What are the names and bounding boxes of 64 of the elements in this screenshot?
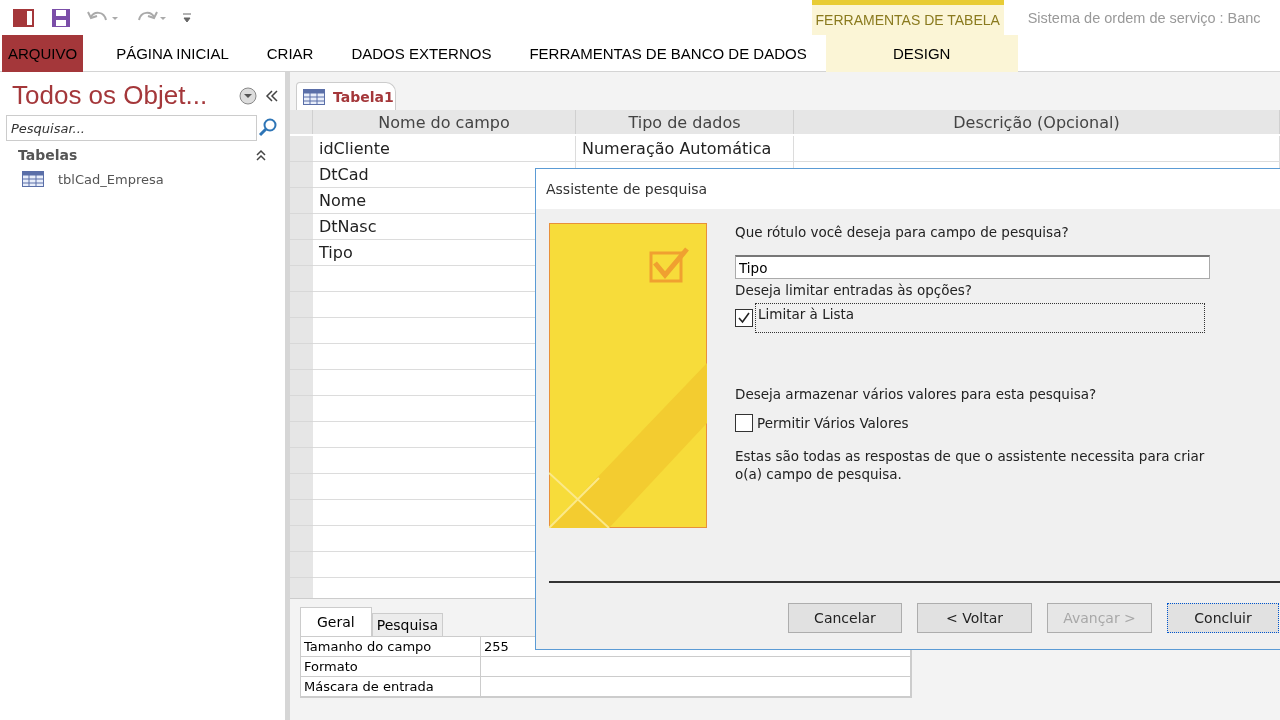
navigation-item[interactable]: tblCad_Empresa [58,171,164,187]
column-header: Tipo de dados [576,110,794,134]
row-selector[interactable] [290,396,313,422]
collapse-icon[interactable] [255,149,267,161]
property-label: Tamanho do campo [301,637,481,657]
property-value[interactable] [481,657,911,677]
row-selector[interactable] [290,240,313,266]
context-tab-group: FERRAMENTAS DE TABELA [811,0,1004,35]
row-selector[interactable] [290,578,313,598]
ribbon-tab[interactable]: DADOS EXTERNOS [332,35,511,72]
property-tab[interactable]: Pesquisa [371,613,444,636]
dialog-button[interactable]: < Voltar [917,603,1032,633]
row-selector[interactable] [290,552,313,578]
row-selector[interactable] [290,500,313,526]
checkbox-label[interactable]: Permitir Vários Valores [755,413,911,433]
window-title: Sistema de ordem de serviço : Banc [1026,9,1262,26]
navigation-title: Todos os Objet... [11,80,209,111]
row-selector[interactable] [290,292,313,318]
property-label: Formato [301,657,481,677]
row-selector[interactable] [290,266,313,292]
row-selector[interactable] [290,448,313,474]
row-selector[interactable] [290,214,313,240]
dialog-button[interactable]: Concluir [1167,603,1279,633]
question-text: Deseja limitar entradas às opções? [735,281,973,299]
table-icon [303,88,325,105]
ribbon-tab[interactable]: DESIGN [825,35,1018,72]
row-selector[interactable] [290,370,313,396]
customize-dropdown-icon[interactable] [182,11,192,24]
search-icon[interactable] [257,117,279,139]
question-text: Deseja armazenar vários valores para esta pesquisa? [735,385,1098,403]
table-icon [22,171,44,187]
dropdown-icon[interactable] [239,86,257,105]
row-selector[interactable] [290,136,313,162]
checkbox[interactable] [735,414,753,432]
table-cell[interactable] [794,136,1280,162]
row-selector[interactable] [290,422,313,448]
dialog-button[interactable]: Cancelar [788,603,902,633]
group-header[interactable]: Tabelas [18,147,78,163]
checkbox[interactable] [735,309,753,327]
property-label: Máscara de entrada [301,677,481,697]
property-value[interactable] [481,677,911,697]
save-icon[interactable] [50,6,72,29]
table-cell[interactable]: Numeração Automática [576,136,794,162]
row-selector[interactable] [290,318,313,344]
property-tab[interactable]: Geral [300,607,372,636]
row-selector[interactable] [290,188,313,214]
document-tab[interactable]: Tabela1 [296,82,396,110]
ribbon-tab[interactable]: PÁGINA INICIAL [97,35,248,72]
column-header: Nome do campo [313,110,576,134]
row-selector[interactable] [290,474,313,500]
checkbox-label[interactable]: Limitar à Lista [755,303,1205,333]
label-input[interactable]: Tipo [735,255,1210,279]
search-field[interactable]: Pesquisar... [6,115,257,141]
collapse-icon[interactable] [265,88,279,103]
info-text: Estas são todas as respostas de que o assistente necessita para criar o(a) campo de pesquisa. [735,447,1206,483]
dialog-title: Assistente de pesquisa [536,169,1280,209]
question-text: Que rótulo você deseja para campo de pesquisa? [735,223,1070,241]
row-selector[interactable] [290,344,313,370]
row-selector[interactable] [290,526,313,552]
table-cell[interactable]: idCliente [313,136,576,162]
row-selector[interactable] [290,162,313,188]
ribbon-tab[interactable]: FERRAMENTAS DE BANCO DE DADOS [510,35,826,72]
column-header: Descrição (Opcional) [794,110,1280,134]
ribbon-tab[interactable]: CRIAR [247,35,333,72]
